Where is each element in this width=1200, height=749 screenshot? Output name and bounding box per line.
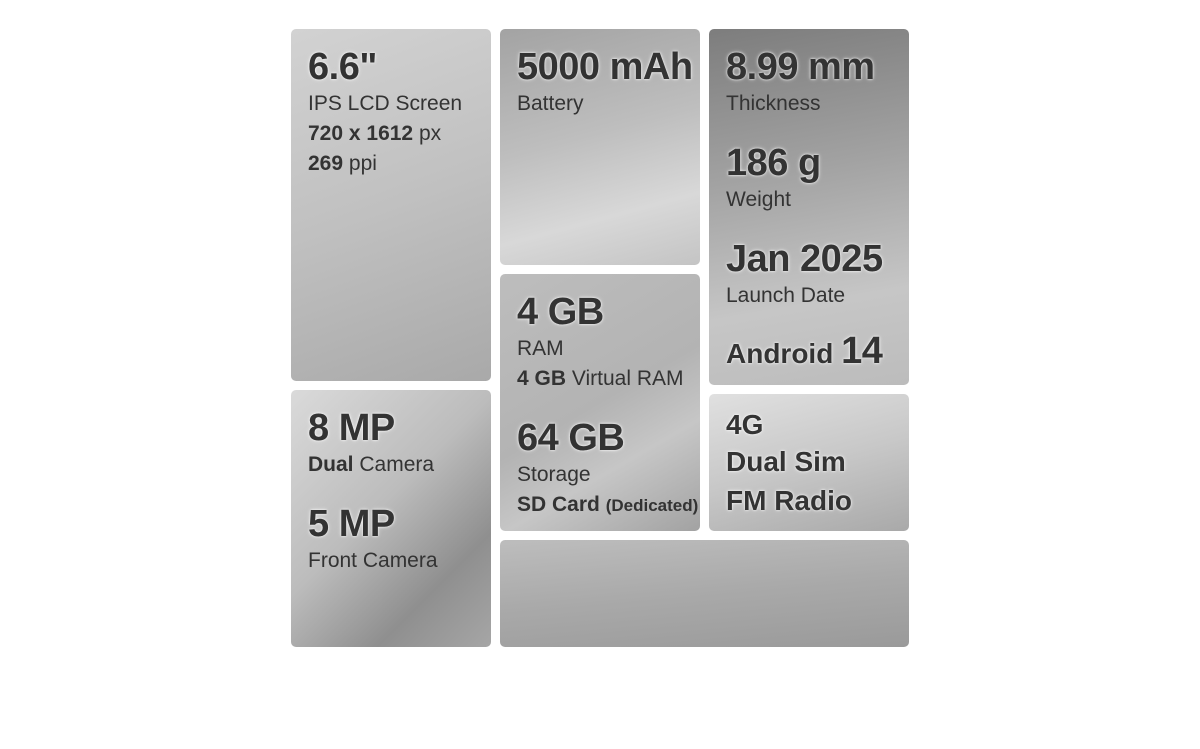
ram-value: 4 GB: [517, 291, 604, 333]
network-spec-tile: 4G Dual Sim FM Radio: [709, 394, 909, 531]
network-generation: 4G: [726, 409, 764, 440]
thickness-label: Thickness: [726, 92, 821, 115]
fm-radio: FM Radio: [726, 485, 852, 516]
sd-card-label: SD Card: [517, 493, 600, 516]
screen-resolution-value: 720 x 1612: [308, 122, 414, 145]
main-camera-text: Camera: [359, 453, 435, 476]
sd-card-qualifier: (Dedicated): [605, 496, 699, 515]
screen-density-value: 269: [308, 152, 344, 175]
os-name: Android: [726, 338, 834, 369]
spec-grid: 6.6" IPS LCD Screen 720 x 1612 px 269 pp…: [291, 29, 909, 647]
storage-label: Storage: [517, 463, 591, 486]
weight-label: Weight: [726, 188, 791, 211]
main-camera-value: 8 MP: [308, 407, 395, 449]
battery-label: Battery: [517, 92, 584, 115]
battery-spec-tile: 5000 mAh Battery: [500, 29, 700, 265]
screen-resolution-unit: px: [418, 122, 442, 145]
body-spec-tile: 8.99 mm Thickness 186 g Weight Jan 2025 …: [709, 29, 909, 385]
battery-value: 5000 mAh: [517, 46, 693, 88]
virtual-ram: 4 GB Virtual RAM: [517, 364, 700, 394]
front-camera-value: 5 MP: [308, 503, 395, 545]
virtual-ram-value: 4 GB: [517, 367, 567, 390]
sim-type: Dual Sim: [726, 446, 846, 477]
ram-label: RAM: [517, 337, 564, 360]
storage-value: 64 GB: [517, 417, 625, 459]
sd-card: SD Card (Dedicated): [517, 490, 700, 521]
weight-value: 186 g: [726, 142, 821, 184]
screen-resolution: 720 x 1612 px: [308, 119, 491, 149]
main-camera-label: Dual Camera: [308, 450, 491, 480]
launch-date-value: Jan 2025: [726, 238, 883, 280]
memory-spec-tile: 4 GB RAM 4 GB Virtual RAM 64 GB Storage …: [500, 274, 700, 531]
front-camera-label: Front Camera: [308, 549, 438, 572]
os-version: Android 14: [726, 332, 909, 370]
thickness-value: 8.99 mm: [726, 46, 875, 88]
main-camera-qualifier: Dual: [308, 453, 354, 476]
empty-tile: [500, 540, 909, 647]
os-version-number: 14: [841, 330, 883, 372]
screen-density-unit: ppi: [348, 152, 377, 175]
screen-type-label: IPS LCD Screen: [308, 92, 463, 115]
screen-spec-tile: 6.6" IPS LCD Screen 720 x 1612 px 269 pp…: [291, 29, 491, 381]
screen-density: 269 ppi: [308, 149, 491, 179]
launch-date-label: Launch Date: [726, 284, 846, 307]
screen-size-value: 6.6": [308, 46, 377, 88]
virtual-ram-label: Virtual RAM: [571, 367, 684, 390]
camera-spec-tile: 8 MP Dual Camera 5 MP Front Camera: [291, 390, 491, 647]
